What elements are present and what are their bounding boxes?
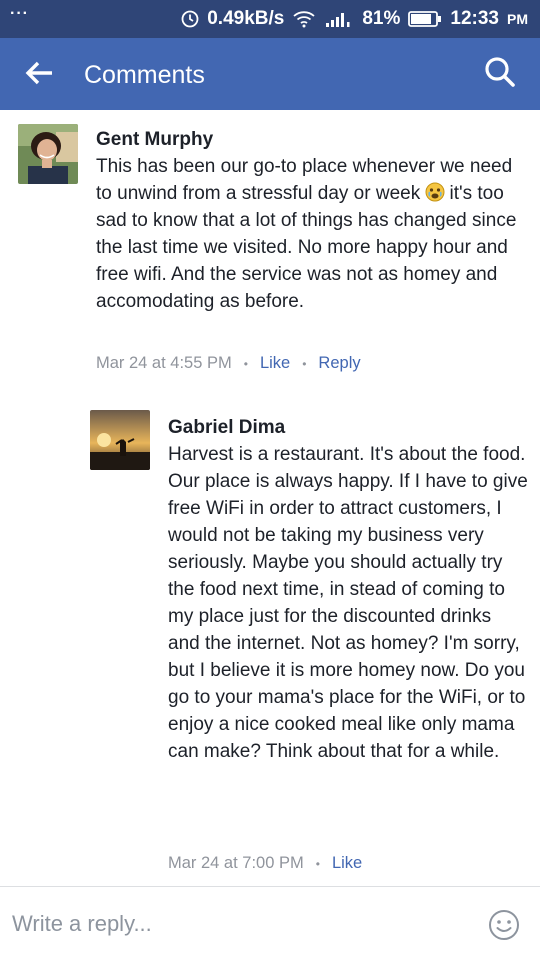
comment-meta: Mar 24 at 4:55 PM • Like • Reply [96,354,361,373]
comment-timestamp: Mar 24 at 7:00 PM [168,854,304,872]
comment-content: Gent Murphy This has been our go-to plac… [96,126,526,315]
page-title: Comments [84,61,205,89]
status-bar: ··· 0.49kB/s 81% 12:33 PM [0,0,540,38]
avatar[interactable] [90,410,150,470]
crying-face-emoji-icon [425,182,445,202]
comment-gabriel-dima: Gabriel Dima Harvest is a restaurant. It… [0,400,540,880]
comment-author[interactable]: Gabriel Dima [168,414,528,441]
search-icon [484,56,516,93]
avatar[interactable] [18,124,78,184]
smiley-icon [488,910,520,945]
separator-dot: • [315,856,320,871]
clock-icon [181,10,199,28]
battery-percent: 81% [362,8,401,29]
comment-author[interactable]: Gent Murphy [96,126,526,153]
reply-button[interactable]: Reply [318,354,360,373]
emoji-button[interactable] [488,909,520,941]
back-arrow-icon [24,60,54,91]
separator-dot: • [243,356,248,371]
notification-dots: ··· [10,5,29,22]
network-speed: 0.49kB/s [207,8,285,29]
app-bar: Comments [0,38,540,110]
comment-text: Harvest is a restaurant. It's about the … [168,444,528,762]
reply-composer [0,886,540,960]
comment-text: This has been our go-to place whenever w… [96,153,526,315]
back-button[interactable] [22,58,56,92]
comment-gent-murphy: Gent Murphy This has been our go-to plac… [0,110,540,390]
like-button[interactable]: Like [260,354,290,373]
comment-timestamp: Mar 24 at 4:55 PM [96,354,232,372]
clock-time: 12:33 [450,8,499,29]
comment-meta: Mar 24 at 7:00 PM • Like [168,854,362,873]
clock-ampm: PM [507,11,528,27]
battery-icon [408,10,442,28]
wifi-icon [292,10,316,28]
reply-input[interactable] [12,907,452,941]
separator-dot: • [302,356,307,371]
search-button[interactable] [482,56,518,92]
signal-icon [324,10,354,28]
like-button[interactable]: Like [332,854,362,873]
status-indicators: 0.49kB/s 81% 12:33 PM [181,0,528,38]
comment-content: Gabriel Dima Harvest is a restaurant. It… [168,414,528,765]
